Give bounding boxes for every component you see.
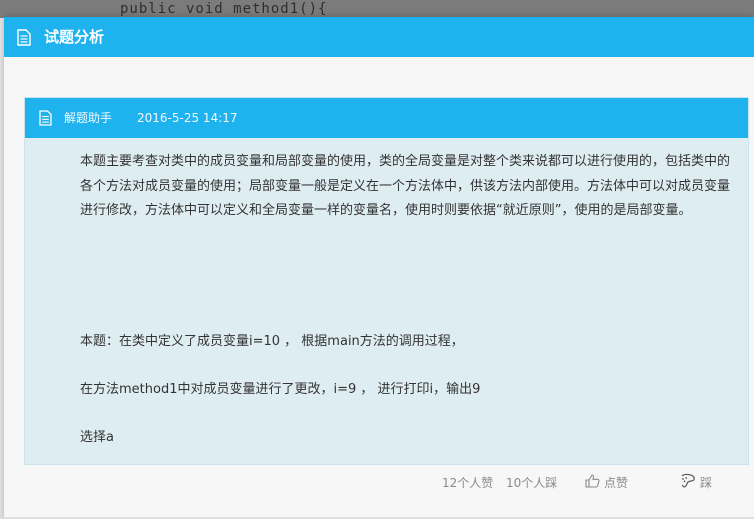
background-window: public void method1(){ (0, 0, 754, 18)
answer-choice: 选择a (80, 430, 114, 445)
dialog-content: 解题助手 2016-5-25 14:17 本题主要考查对类中的成员变量和局部变量… (4, 57, 754, 519)
analysis-paragraph: 在方法method1中对成员变量进行了更改，i=9 ， 进行打印i，输出9 (80, 382, 481, 397)
like-button[interactable]: 点赞 (585, 473, 628, 493)
thumbs-up-icon (585, 473, 600, 494)
card-header: 解题助手 2016-5-25 14:17 (25, 98, 748, 138)
analysis-dialog: 试题分析 解题助手 2016-5-25 14:17 本题主要考查对类中的成员变量… (4, 17, 754, 519)
dislike-button[interactable]: 踩 (680, 473, 712, 493)
author-name: 解题助手 (64, 111, 113, 125)
dislike-label: 踩 (700, 476, 713, 490)
analysis-paragraph: 本题：在类中定义了成员变量i=10 ， 根据main方法的调用过程， (80, 334, 464, 349)
dialog-title: 试题分析 (44, 28, 105, 46)
analysis-card: 解题助手 2016-5-25 14:17 本题主要考查对类中的成员变量和局部变量… (24, 97, 749, 465)
like-label: 点赞 (604, 476, 629, 490)
dislike-count: 10个人踩 (506, 476, 558, 490)
background-code-text: public void method1(){ (120, 1, 328, 17)
like-count: 12个人赞 (442, 476, 494, 490)
dialog-titlebar: 试题分析 (4, 17, 754, 57)
analysis-paragraph: 本题主要考查对类中的成员变量和局部变量的使用，类的全局变量是对整个类来说都可以进… (80, 154, 731, 218)
post-date: 2016-5-25 14:17 (137, 111, 238, 125)
document-icon (39, 110, 52, 126)
footprint-icon (680, 473, 696, 494)
document-icon (17, 29, 31, 46)
